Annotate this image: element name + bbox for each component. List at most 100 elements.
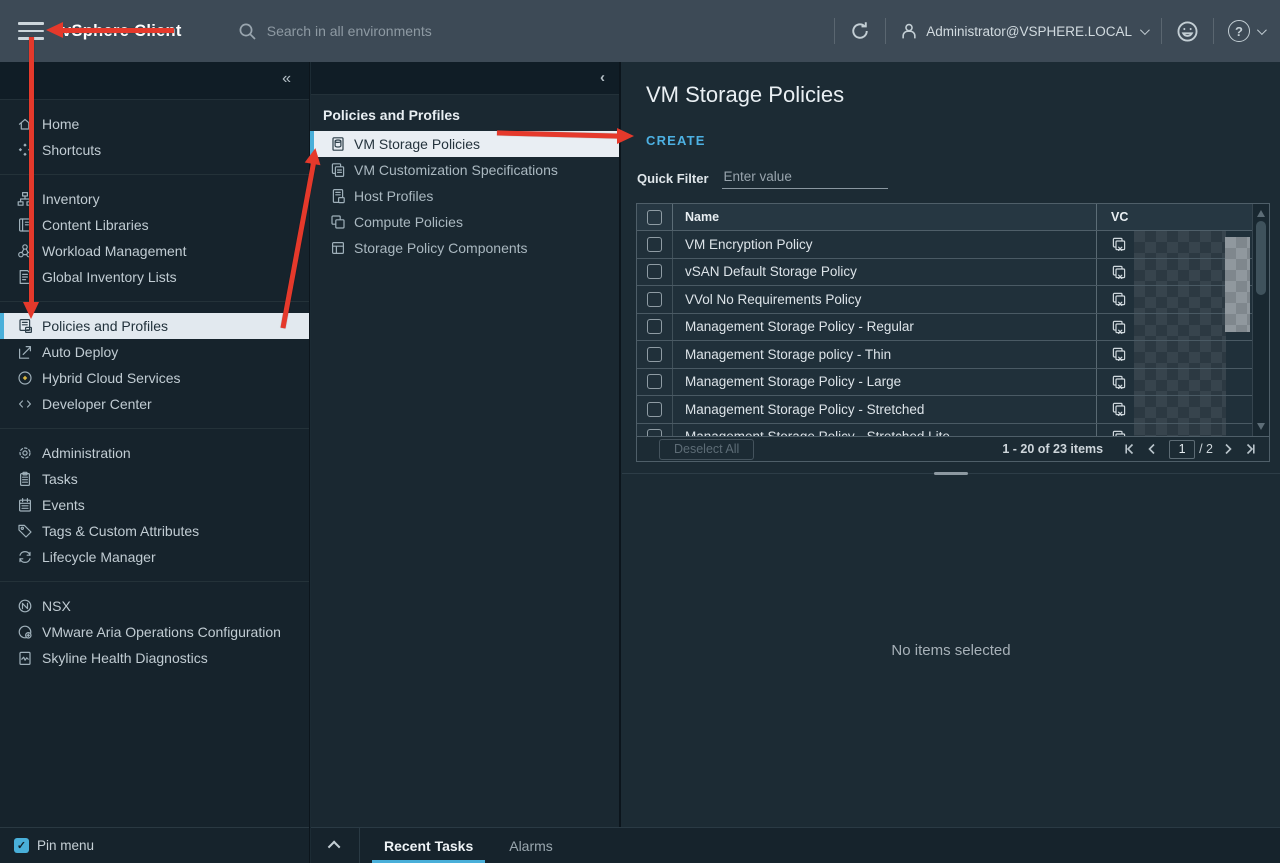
column-header-name[interactable]: Name <box>673 204 1097 230</box>
policy-name-cell[interactable]: Management Storage Policy - Regular <box>673 314 1097 341</box>
sidebar-item-workload-management[interactable]: Workload Management <box>0 238 309 264</box>
search-icon <box>238 22 257 41</box>
sidebar-item-tags-custom-attributes[interactable]: Tags & Custom Attributes <box>0 518 309 544</box>
sidebar-item-content-libraries[interactable]: Content Libraries <box>0 212 309 238</box>
panel-item-vm-customization-specifications[interactable]: VM Customization Specifications <box>311 157 619 183</box>
storage-components-icon <box>329 240 346 257</box>
global-search[interactable] <box>238 22 567 41</box>
table-row[interactable]: Management Storage Policy - Stretched <box>637 396 1269 424</box>
table-row[interactable]: Management Storage Policy - Regular <box>637 314 1269 342</box>
search-input[interactable] <box>267 23 567 39</box>
expand-tasks-button[interactable] <box>311 828 360 863</box>
sidebar-item-auto-deploy[interactable]: Auto Deploy <box>0 339 309 365</box>
feedback-smiley-icon[interactable] <box>1176 20 1199 43</box>
policy-name-cell[interactable]: VVol No Requirements Policy <box>673 286 1097 313</box>
tab-recent-tasks[interactable]: Recent Tasks <box>372 828 485 863</box>
sidebar-item-lifecycle-manager[interactable]: Lifecycle Manager <box>0 544 309 570</box>
table-row[interactable]: Management Storage policy - Thin <box>637 341 1269 369</box>
hamburger-menu-icon[interactable] <box>18 22 44 40</box>
panel-item-vm-storage-policies[interactable]: VM Storage Policies <box>311 131 619 157</box>
policies-icon <box>16 318 33 335</box>
policy-name-cell[interactable]: Management Storage Policy - Stretched <box>673 396 1097 423</box>
sidebar-item-global-inventory-lists[interactable]: Global Inventory Lists <box>0 264 309 290</box>
next-page-icon[interactable] <box>1217 440 1239 458</box>
policy-name-cell[interactable]: vSAN Default Storage Policy <box>673 259 1097 286</box>
pin-menu-checkbox[interactable]: ✓ <box>14 838 29 853</box>
row-checkbox[interactable] <box>647 264 662 279</box>
sidebar-item-hybrid-cloud-services[interactable]: Hybrid Cloud Services <box>0 365 309 391</box>
sidebar-item-label: Content Libraries <box>42 217 149 233</box>
row-checkbox[interactable] <box>647 347 662 362</box>
sidebar-item-home[interactable]: Home <box>0 111 309 137</box>
scroll-down-icon[interactable] <box>1257 423 1265 430</box>
panel-item-storage-policy-components[interactable]: Storage Policy Components <box>311 235 619 261</box>
policy-name-cell[interactable]: Management Storage Policy - Stretched Li… <box>673 424 1097 437</box>
splitter-drag-handle[interactable] <box>934 472 968 475</box>
panel-splitter[interactable] <box>622 473 1280 474</box>
skyline-icon <box>16 650 33 667</box>
sidebar-item-tasks[interactable]: Tasks <box>0 466 309 492</box>
panel-item-compute-policies[interactable]: Compute Policies <box>311 209 619 235</box>
sidebar-item-events[interactable]: Events <box>0 492 309 518</box>
row-checkbox[interactable] <box>647 429 662 436</box>
vcenter-icon <box>1111 346 1127 362</box>
username-label: Administrator@VSPHERE.LOCAL <box>926 24 1132 39</box>
scrollbar-thumb[interactable] <box>1256 221 1266 295</box>
redacted-vc-value <box>1134 341 1226 368</box>
user-menu[interactable]: Administrator@VSPHERE.LOCAL <box>900 22 1147 40</box>
vm-storage-icon <box>329 136 346 153</box>
deselect-all-button[interactable]: Deselect All <box>659 439 754 460</box>
main-content: VM Storage Policies CREATE Quick Filter … <box>622 62 1280 827</box>
table-scrollbar[interactable] <box>1252 204 1269 436</box>
column-header-vc[interactable]: VC <box>1097 210 1269 224</box>
policy-name-cell[interactable]: Management Storage policy - Thin <box>673 341 1097 368</box>
sidebar-header: « <box>0 62 309 100</box>
sidebar-item-label: Tasks <box>42 471 78 487</box>
scroll-up-icon[interactable] <box>1257 210 1265 217</box>
tags-icon <box>16 523 33 540</box>
sidebar-item-label: Hybrid Cloud Services <box>42 370 181 386</box>
tab-alarms[interactable]: Alarms <box>497 828 565 863</box>
row-checkbox[interactable] <box>647 402 662 417</box>
row-checkbox[interactable] <box>647 319 662 334</box>
help-menu[interactable]: ? <box>1228 20 1264 42</box>
policy-name-cell[interactable]: Management Storage Policy - Large <box>673 369 1097 396</box>
sidebar-item-vmware-aria-operations-configuration[interactable]: VMware Aria Operations Configuration <box>0 619 309 645</box>
sidebar-item-label: NSX <box>42 598 71 614</box>
table-row[interactable]: VVol No Requirements Policy <box>637 286 1269 314</box>
sidebar-item-policies-and-profiles[interactable]: Policies and Profiles <box>0 313 309 339</box>
panel-item-host-profiles[interactable]: Host Profiles <box>311 183 619 209</box>
sidebar-item-developer-center[interactable]: Developer Center <box>0 391 309 417</box>
table-row[interactable]: Management Storage Policy - Stretched Li… <box>637 424 1269 437</box>
vcenter-icon <box>1111 429 1127 436</box>
host-profiles-icon <box>329 188 346 205</box>
policy-name-cell[interactable]: VM Encryption Policy <box>673 231 1097 258</box>
first-page-icon[interactable] <box>1119 440 1141 458</box>
sidebar-item-shortcuts[interactable]: Shortcuts <box>0 137 309 163</box>
last-page-icon[interactable] <box>1239 440 1261 458</box>
select-all-checkbox[interactable] <box>647 210 662 225</box>
row-checkbox[interactable] <box>647 237 662 252</box>
quick-filter-input[interactable] <box>722 167 888 189</box>
sidebar-item-skyline-health-diagnostics[interactable]: Skyline Health Diagnostics <box>0 645 309 671</box>
table-row[interactable]: vSAN Default Storage Policy <box>637 259 1269 287</box>
sidebar-item-label: Lifecycle Manager <box>42 549 156 565</box>
previous-page-icon[interactable] <box>1141 440 1163 458</box>
collapse-sidebar-icon[interactable]: « <box>282 70 291 88</box>
collapse-panel-icon[interactable]: ‹ <box>600 69 605 86</box>
sidebar-item-administration[interactable]: Administration <box>0 440 309 466</box>
refresh-icon[interactable] <box>849 20 871 42</box>
create-button[interactable]: CREATE <box>646 133 706 148</box>
row-checkbox[interactable] <box>647 374 662 389</box>
sidebar-item-nsx[interactable]: NSX <box>0 593 309 619</box>
sidebar-item-inventory[interactable]: Inventory <box>0 186 309 212</box>
storage-policies-table: Name VC VM Encryption PolicyvSAN Default… <box>636 203 1270 462</box>
user-icon <box>900 22 918 40</box>
table-row[interactable]: Management Storage Policy - Large <box>637 369 1269 397</box>
page-number-input[interactable]: 1 <box>1169 440 1195 459</box>
panel-header: ‹ <box>311 62 619 95</box>
row-checkbox[interactable] <box>647 292 662 307</box>
vcenter-icon <box>1111 374 1127 390</box>
panel-item-label: VM Customization Specifications <box>354 162 558 178</box>
table-row[interactable]: VM Encryption Policy <box>637 231 1269 259</box>
